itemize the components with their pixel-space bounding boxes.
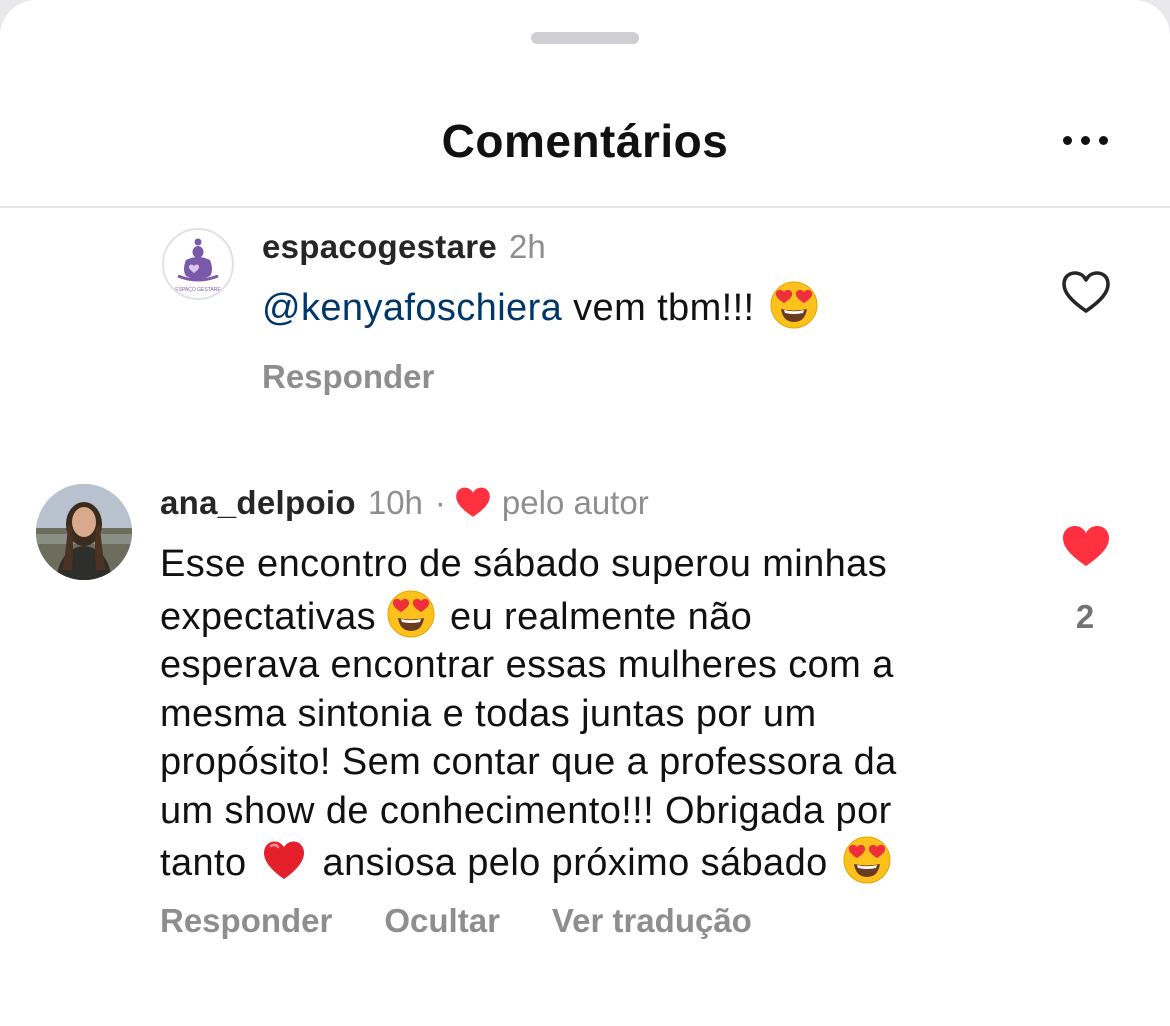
comment-meta: espacogestare 2h — [262, 228, 546, 266]
red-heart-emoji-icon — [262, 840, 305, 881]
like-heart-icon[interactable] — [1060, 270, 1112, 316]
user-photo — [36, 484, 132, 580]
username[interactable]: ana_delpoio — [160, 484, 356, 522]
comment-actions: Responder Ocultar Ver tradução — [160, 902, 752, 940]
comment-item: ESPAÇO GESTARE espacogestare 2h @kenyafo… — [0, 228, 1170, 428]
heart-eyes-emoji-icon — [843, 836, 891, 884]
heart-eyes-emoji-icon — [387, 590, 435, 637]
sheet-header: Comentários — [0, 90, 1170, 208]
liked-by-author-label: pelo autor — [501, 484, 649, 521]
comment-text: @kenyafoschiera vem tbm!!! — [262, 280, 1022, 333]
reply-button[interactable]: Responder — [160, 902, 332, 940]
more-options-icon[interactable] — [1052, 128, 1118, 152]
liked-by-author-heart-icon — [456, 487, 490, 517]
espaco-gestare-logo-icon: ESPAÇO GESTARE — [175, 238, 221, 293]
timestamp: 10h — [367, 484, 423, 521]
liked-heart-icon[interactable] — [1060, 524, 1112, 570]
mention-link[interactable]: @kenyafoschiera — [262, 287, 562, 329]
reply-button[interactable]: Responder — [262, 358, 434, 396]
svg-text:ESPAÇO GESTARE: ESPAÇO GESTARE — [175, 287, 221, 293]
page-title: Comentários — [441, 115, 729, 167]
timestamp: 2h — [509, 228, 546, 265]
comment-text: Esse encontro de sábado superou minhas e… — [160, 543, 897, 884]
comment-actions: Responder — [262, 358, 434, 396]
comment-meta: ana_delpoio 10h · pelo autor — [160, 484, 649, 522]
drag-handle[interactable] — [531, 32, 639, 44]
heart-eyes-emoji-icon — [770, 281, 818, 329]
comments-sheet: Comentários ESPAÇO GESTARE espacogestare… — [0, 0, 1170, 1026]
username[interactable]: espacogestare — [262, 228, 497, 266]
avatar[interactable] — [36, 484, 132, 580]
see-translation-button[interactable]: Ver tradução — [552, 902, 752, 940]
like-count: 2 — [1075, 598, 1095, 635]
hide-button[interactable]: Ocultar — [384, 902, 500, 940]
comment-item: ana_delpoio 10h · pelo autor Esse encont… — [0, 484, 1170, 984]
separator-dot: · — [434, 484, 446, 521]
avatar[interactable]: ESPAÇO GESTARE — [162, 228, 234, 300]
